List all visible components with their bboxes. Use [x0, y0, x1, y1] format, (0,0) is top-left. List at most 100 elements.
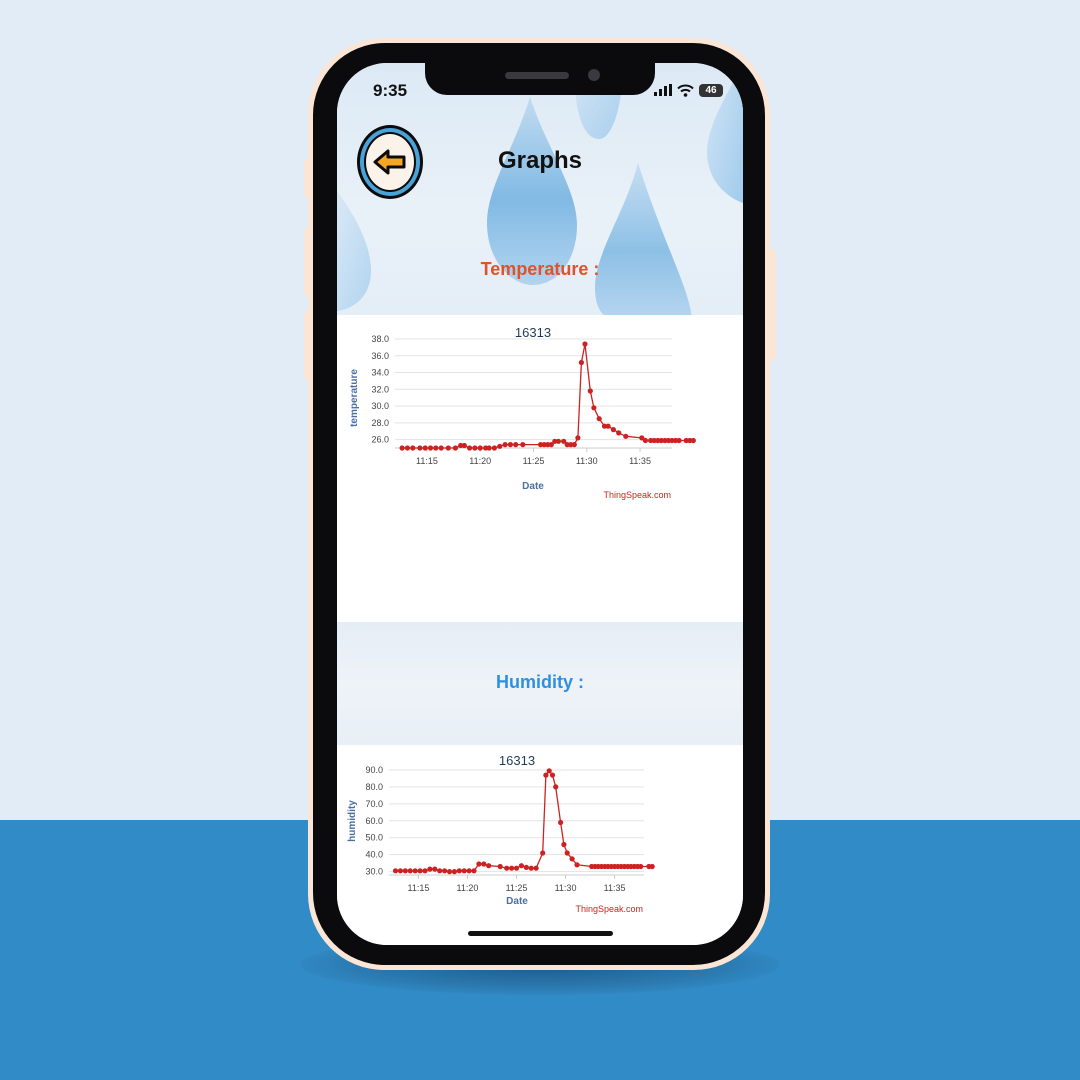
- data-point: [497, 443, 503, 449]
- data-point: [427, 445, 434, 451]
- data-point: [528, 865, 534, 871]
- x-tick-label: 11:30: [555, 883, 577, 893]
- data-point: [404, 445, 410, 451]
- y-tick-label: 60.0: [365, 816, 383, 826]
- data-point: [616, 430, 622, 436]
- data-point: [432, 866, 438, 872]
- phone-side-button: [304, 312, 312, 380]
- data-point: [467, 445, 473, 451]
- data-point: [575, 435, 581, 441]
- data-point: [513, 442, 519, 448]
- data-point: [605, 423, 611, 429]
- data-point: [486, 863, 492, 869]
- y-tick-label: 80.0: [365, 782, 383, 792]
- data-point: [582, 341, 588, 347]
- chart-credit: ThingSpeak.com: [603, 490, 671, 500]
- data-point: [540, 850, 546, 856]
- y-tick-label: 36.0: [371, 351, 389, 361]
- data-point: [574, 862, 580, 868]
- data-point: [676, 437, 682, 444]
- humidity-chart-panel: 16313 humidity Date ThingSpeak.com 30.0 4…: [337, 745, 743, 945]
- data-point: [587, 388, 593, 394]
- phone-side-button: [304, 160, 312, 198]
- data-point: [520, 442, 526, 448]
- data-point: [571, 442, 577, 448]
- data-point: [476, 861, 482, 867]
- data-point: [502, 442, 508, 448]
- y-tick-label: 28.0: [371, 418, 389, 428]
- data-point: [433, 445, 439, 451]
- temperature-section-label: Temperature :: [480, 259, 600, 279]
- data-point: [410, 445, 416, 451]
- y-tick-label: 30.0: [365, 867, 383, 877]
- data-point: [504, 865, 510, 871]
- data-point: [497, 863, 503, 870]
- data-point: [523, 864, 529, 870]
- data-point: [445, 445, 451, 451]
- x-tick-label: 11:25: [523, 456, 545, 466]
- y-tick-label: 90.0: [365, 765, 383, 775]
- data-point: [486, 445, 492, 451]
- data-point: [412, 868, 418, 874]
- data-point: [690, 437, 696, 444]
- data-point: [461, 442, 467, 449]
- data-point: [452, 445, 458, 451]
- humidity-section-label: Humidity :: [496, 672, 584, 692]
- chart-ylabel: humidity: [347, 800, 358, 842]
- data-point: [561, 841, 567, 848]
- temperature-chart: 16313 temperature Date ThingSpeak.com 26…: [349, 325, 696, 500]
- data-point: [558, 819, 564, 826]
- chart-title: 16313: [515, 325, 551, 340]
- x-tick-label: 11:15: [416, 456, 438, 466]
- data-point: [642, 437, 648, 444]
- data-point: [392, 868, 399, 874]
- chart-ylabel: temperature: [349, 369, 360, 427]
- chart-xlabel: Date: [522, 481, 544, 492]
- chart-title: 16313: [499, 753, 535, 768]
- data-point: [472, 445, 478, 451]
- app-screen: Graphs Temperature : 16313 temperature D…: [337, 63, 743, 945]
- data-point: [442, 868, 448, 874]
- x-tick-label: 11:30: [576, 456, 598, 466]
- chart-xlabel: Date: [506, 896, 528, 907]
- x-tick-label: 11:15: [407, 883, 429, 893]
- data-point: [509, 865, 515, 871]
- y-tick-label: 34.0: [371, 368, 389, 378]
- x-tick-label: 11:25: [506, 883, 528, 893]
- data-point: [397, 868, 403, 874]
- data-point: [451, 869, 457, 875]
- data-point: [422, 868, 428, 874]
- status-icons: 46: [654, 81, 723, 99]
- data-point: [402, 868, 408, 874]
- data-point: [513, 865, 520, 871]
- data-point: [461, 868, 467, 874]
- data-point: [417, 868, 423, 874]
- data-point: [623, 433, 629, 439]
- wifi-icon: [677, 84, 694, 97]
- phone-side-button: [304, 228, 312, 296]
- x-tick-label: 11:35: [629, 456, 651, 466]
- data-point: [422, 445, 428, 451]
- data-point: [543, 772, 549, 778]
- page-title: Graphs: [497, 147, 583, 174]
- data-point: [546, 768, 552, 774]
- data-point: [407, 868, 413, 874]
- data-point: [555, 438, 561, 444]
- data-point: [477, 445, 483, 451]
- y-tick-label: 50.0: [365, 833, 383, 843]
- data-point: [438, 445, 444, 451]
- data-point: [564, 850, 570, 856]
- data-point: [446, 869, 453, 875]
- data-point: [427, 866, 433, 872]
- data-point: [569, 856, 575, 862]
- data-point: [481, 861, 487, 867]
- data-point: [591, 405, 597, 411]
- data-point: [596, 416, 602, 422]
- y-tick-label: 30.0: [371, 401, 389, 411]
- y-tick-label: 38.0: [371, 334, 389, 344]
- y-tick-label: 70.0: [365, 799, 383, 809]
- home-indicator[interactable]: [468, 931, 613, 936]
- status-time: 9:35: [373, 81, 408, 100]
- data-point: [466, 868, 472, 874]
- x-tick-label: 11:20: [469, 456, 491, 466]
